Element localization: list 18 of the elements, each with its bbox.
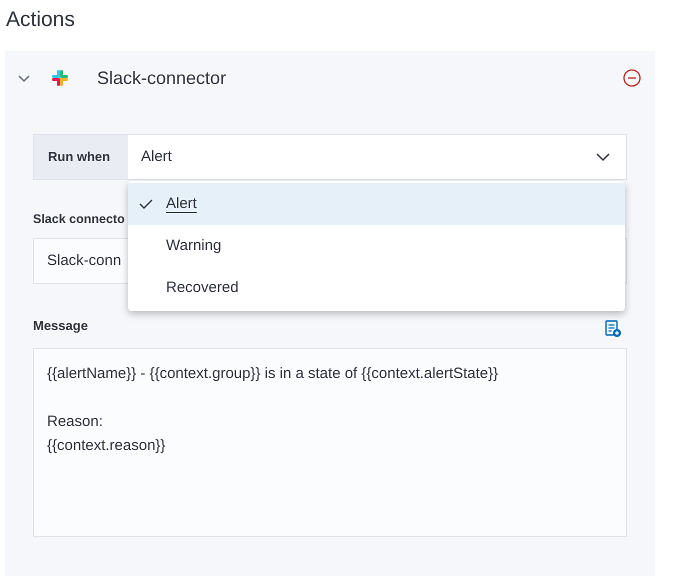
minus-circle-icon: [623, 69, 641, 87]
field-label: Slack connecto: [33, 211, 126, 228]
dropdown-option[interactable]: Warning: [128, 225, 625, 267]
option-label: Warning: [166, 236, 222, 256]
dropdown-option[interactable]: Alert: [128, 183, 625, 225]
option-label: Recovered: [166, 278, 239, 298]
message-field[interactable]: {{alertName}} - {{context.group}} is in a state of {{context.alertState}} Reason: {{context.reason}}: [33, 348, 627, 537]
connector-name: Slack-connector: [97, 66, 226, 90]
run-when-select[interactable]: Run when Alert: [33, 134, 627, 180]
run-when-label: Run when: [34, 135, 128, 179]
select-value: Alert: [140, 146, 173, 167]
slack-logo-icon: [51, 69, 69, 87]
dropdown-option[interactable]: Recovered: [128, 267, 625, 309]
field-label: Message: [33, 317, 88, 335]
remove-button[interactable]: [623, 69, 641, 87]
add-variable-icon[interactable]: [604, 320, 622, 338]
option-label: Alert: [166, 194, 197, 214]
section-title: Actions: [5, 7, 76, 33]
